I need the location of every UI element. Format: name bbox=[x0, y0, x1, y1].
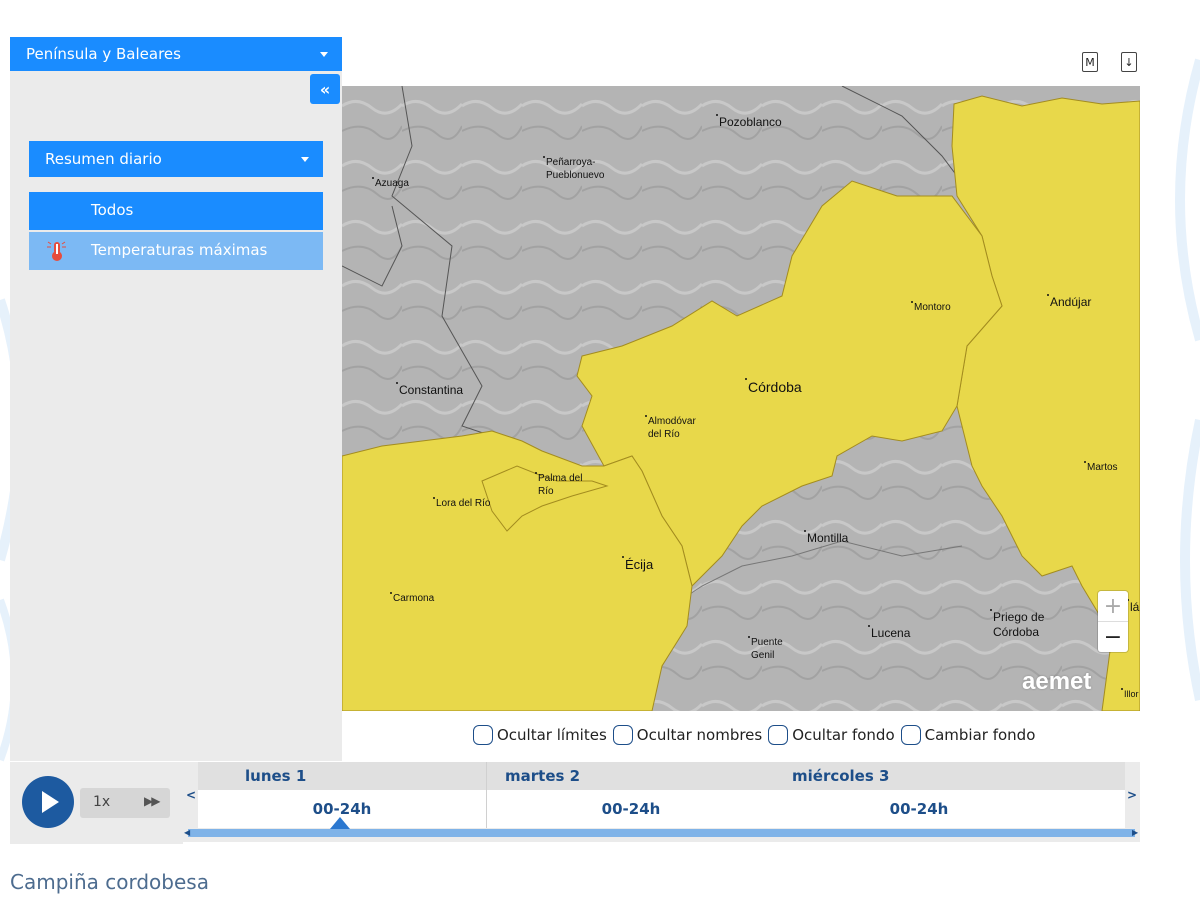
checkbox-label: Ocultar fondo bbox=[792, 726, 895, 744]
collapse-panel-button[interactable]: « bbox=[310, 74, 340, 104]
city-label: Azuaga bbox=[372, 177, 409, 189]
speed-label[interactable]: 1x bbox=[93, 794, 110, 810]
city-label: Lucena bbox=[867, 625, 911, 640]
thermometer-icon bbox=[47, 241, 66, 261]
timeline-period[interactable]: 00-24h bbox=[487, 790, 775, 828]
list-item-label: Todos bbox=[91, 201, 134, 219]
warning-map[interactable]: Pozoblanco Peñarroya- Pueblonuevo Azuaga… bbox=[342, 86, 1140, 711]
fast-forward-icon[interactable]: ▶▶ bbox=[144, 794, 161, 808]
city-label: Carmona bbox=[389, 592, 435, 604]
city-label: Andújar bbox=[1046, 294, 1092, 309]
timeline-period[interactable]: 00-24h bbox=[775, 790, 1063, 828]
list-item-temperaturas-maximas[interactable]: Temperaturas máximas bbox=[29, 232, 323, 270]
play-button[interactable] bbox=[22, 776, 74, 828]
timeline-next-arrow[interactable]: > bbox=[1127, 788, 1137, 802]
map-options: Ocultar límites Ocultar nombres Ocultar … bbox=[473, 723, 1041, 747]
city-label: Illor bbox=[1121, 687, 1139, 699]
city-label: lá bbox=[1126, 599, 1140, 614]
left-panel: Península y Baleares « Resumen diario To… bbox=[10, 37, 342, 761]
city-label: Constantina bbox=[395, 382, 464, 397]
timeline-day-label: lunes 1 bbox=[198, 762, 486, 790]
city-label: Lora del Río bbox=[432, 497, 491, 509]
city-label: Palma del Río bbox=[534, 472, 583, 497]
checkbox-icon[interactable] bbox=[768, 725, 789, 745]
timeline-current-marker[interactable] bbox=[330, 817, 350, 829]
city-label: Peñarroya- Pueblonuevo bbox=[542, 156, 605, 181]
list-item-label: Temperaturas máximas bbox=[91, 241, 268, 259]
phenomenon-list: Todos Temperaturas máximas bbox=[29, 192, 323, 270]
hide-background-checkbox[interactable]: Ocultar fondo bbox=[768, 725, 895, 745]
timeline-day: martes 2 00-24h bbox=[487, 762, 776, 828]
timeline-prev-arrow[interactable]: < bbox=[186, 788, 196, 802]
checkbox-label: Ocultar límites bbox=[497, 726, 607, 744]
checkbox-icon[interactable] bbox=[900, 725, 921, 745]
download-icon[interactable]: ↓ bbox=[1121, 52, 1137, 72]
city-label: Córdoba bbox=[745, 378, 802, 395]
zoom-out-button[interactable]: − bbox=[1098, 622, 1128, 652]
checkbox-label: Ocultar nombres bbox=[636, 726, 763, 744]
zoom-control: + − bbox=[1098, 591, 1128, 652]
map-mode-label: M bbox=[1085, 55, 1095, 69]
zone-title: Campiña cordobesa bbox=[10, 870, 209, 894]
timeline-period-empty[interactable] bbox=[1063, 790, 1125, 828]
hide-names-checkbox[interactable]: Ocultar nombres bbox=[612, 725, 763, 745]
city-label: Montilla bbox=[803, 530, 849, 545]
scroll-right-icon[interactable]: ▶ bbox=[1132, 828, 1138, 837]
change-background-checkbox[interactable]: Cambiar fondo bbox=[900, 725, 1036, 745]
summary-select[interactable]: Resumen diario bbox=[29, 141, 323, 177]
timeline-day: miércoles 3 00-24h bbox=[775, 762, 1064, 828]
summary-select-label: Resumen diario bbox=[45, 150, 162, 168]
chevron-down-icon bbox=[301, 157, 309, 162]
scroll-left-icon[interactable]: ◀ bbox=[184, 828, 190, 837]
timeline-day-label: martes 2 bbox=[487, 762, 775, 790]
city-label: Martos bbox=[1084, 461, 1118, 473]
double-chevron-left-icon: « bbox=[319, 79, 331, 99]
map-mode-icon[interactable]: M bbox=[1082, 52, 1098, 72]
checkbox-icon[interactable] bbox=[612, 725, 633, 745]
timeline-scrollbar[interactable] bbox=[188, 829, 1135, 837]
list-item-todos[interactable]: Todos bbox=[29, 192, 323, 230]
background-decoration-right bbox=[1175, 58, 1200, 702]
timeline-day-label-empty bbox=[1063, 762, 1125, 790]
city-label: Montoro bbox=[911, 301, 951, 313]
timeline-day-label: miércoles 3 bbox=[775, 762, 1063, 790]
checkbox-icon[interactable] bbox=[473, 725, 493, 745]
timeline-day-partial bbox=[1063, 762, 1125, 828]
city-label: Pozoblanco bbox=[716, 114, 782, 129]
hide-limits-checkbox[interactable]: Ocultar límites bbox=[473, 725, 607, 745]
city-label: Priego de Córdoba bbox=[989, 609, 1045, 639]
region-select-label: Península y Baleares bbox=[26, 45, 181, 63]
chevron-down-icon bbox=[320, 52, 328, 57]
download-label: ↓ bbox=[1124, 55, 1134, 69]
city-label: Puente Genil bbox=[748, 636, 783, 661]
checkbox-label: Cambiar fondo bbox=[924, 726, 1036, 744]
region-select[interactable]: Península y Baleares bbox=[10, 37, 342, 71]
city-label: Almodóvar del Río bbox=[645, 415, 696, 440]
city-label: Écija bbox=[621, 555, 654, 572]
aemet-logo: aemet bbox=[1022, 668, 1092, 695]
zoom-in-button[interactable]: + bbox=[1098, 591, 1128, 622]
speed-control[interactable]: 1x ▶▶ bbox=[80, 788, 170, 818]
timeline: < lunes 1 00-24h martes 2 00-24h miércol… bbox=[183, 762, 1140, 842]
animation-player: 1x ▶▶ bbox=[10, 762, 183, 844]
